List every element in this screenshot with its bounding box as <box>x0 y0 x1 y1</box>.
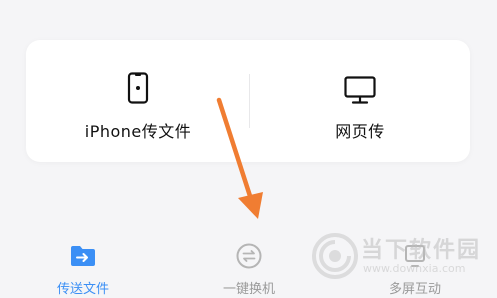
watermark-logo-icon <box>312 233 358 279</box>
web-transfer-option[interactable]: 网页传 <box>310 70 410 142</box>
card-divider <box>249 74 250 128</box>
phone-icon <box>127 70 149 104</box>
tab-one-key-switch-label: 一键换机 <box>222 282 275 297</box>
tab-one-key-switch[interactable]: 一键换机 <box>204 228 294 297</box>
folder-transfer-icon <box>69 242 97 270</box>
switch-icon <box>236 242 262 270</box>
tab-send-files[interactable]: 传送文件 <box>38 228 128 297</box>
watermark-title: 当下软件园 <box>361 238 482 263</box>
watermark: 当下软件园 www.downxia.com <box>311 228 481 284</box>
tab-send-files-label: 传送文件 <box>56 282 109 297</box>
iphone-transfer-option[interactable]: iPhone传文件 <box>84 70 192 142</box>
monitor-icon <box>344 70 376 104</box>
web-transfer-label: 网页传 <box>335 122 385 141</box>
iphone-transfer-label: iPhone传文件 <box>84 122 192 141</box>
watermark-url: www.downxia.com <box>363 262 466 275</box>
